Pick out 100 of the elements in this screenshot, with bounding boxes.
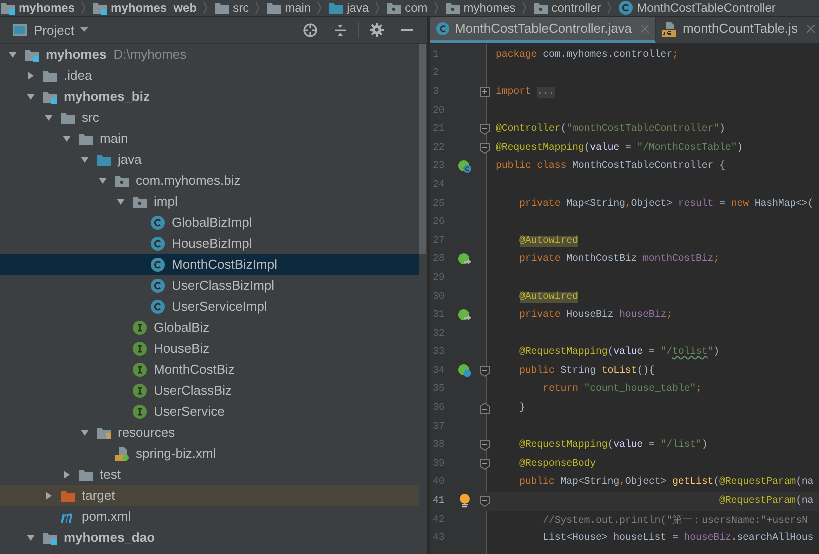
folder-icon [78,468,94,482]
collapse-fold-icon[interactable] [480,142,490,154]
tree-item[interactable]: impl [0,191,419,212]
collapse-fold-icon[interactable] [480,458,490,470]
chevron-icon [203,2,208,14]
code-line: private Map<String,Object> result = new HashMap<>( [518,198,814,210]
panel-title: Project [34,22,74,38]
folder-icon [266,1,282,15]
module-folder-icon [42,530,58,544]
folder-icon [60,110,76,124]
tree-item[interactable]: myhomes D:\myhomes [0,44,419,65]
tree-item[interactable]: src [0,107,419,128]
tree-item[interactable]: resources [0,422,419,443]
class-icon [150,278,166,294]
code-line: @RequestMapping(value = "/list") [518,440,708,452]
collapse-all-icon[interactable] [334,24,346,36]
tree-item[interactable]: GlobalBiz [0,317,419,338]
class-icon [150,256,166,272]
tree-item[interactable]: main [0,128,419,149]
tree-item[interactable]: myhomes_biz [0,86,419,107]
request-mapping-icon[interactable] [458,364,472,378]
tree-item[interactable]: MonthCostBizImpl [0,254,419,275]
module-folder-icon [42,90,58,104]
chevron-icon [375,2,380,14]
breadcrumb-item[interactable]: myhomes [444,1,516,15]
tree-item[interactable]: myhomes_dao [0,527,419,548]
tree-item[interactable]: UserServiceImpl [0,296,419,317]
tree-item[interactable]: pom.xml [0,506,419,527]
chevron-icon [522,2,527,14]
code-line: public Map<String,Object> getList(@RequestParam(na [518,477,814,488]
editor-tab[interactable]: monthCountTable.js [656,17,819,43]
breadcrumb-item[interactable]: src [214,1,250,15]
chevron-icon [81,2,86,14]
collapse-fold-icon[interactable] [480,440,490,452]
code-line: //System.out.println("第一：usersName:"+usersN [542,514,808,528]
tree-item[interactable]: MonthCostBiz [0,359,419,380]
bean-class-icon[interactable] [458,160,472,174]
interface-icon [132,404,148,420]
folder-icon [78,132,94,146]
tree-item[interactable]: UserClassBiz [0,380,419,401]
collapse-fold-icon[interactable] [480,366,490,377]
tree-item[interactable]: UserService [0,401,419,422]
tree-item[interactable]: GlobalBizImpl [0,212,419,233]
folder-icon [60,488,76,502]
tree-item[interactable]: test [0,464,419,485]
minimize-icon[interactable] [401,28,413,32]
code-line: } [518,403,526,414]
code-line: package com.myhomes.controller; [496,50,678,61]
module-folder-icon [92,1,108,15]
package-icon [132,194,148,208]
breadcrumb-item[interactable]: com [386,1,428,15]
code-line: public String toList(){ [518,366,655,377]
breadcrumb-item[interactable]: java [328,1,370,15]
editor-tab[interactable]: MonthCostTableController.java [430,17,656,43]
js-file-icon [662,20,678,36]
tree-item[interactable]: target [0,485,419,506]
breadcrumb-item[interactable]: MonthCostTableController [618,0,776,16]
breadcrumb-item[interactable]: myhomes [0,1,76,15]
breadcrumb-item[interactable]: main [266,1,312,15]
code-line: private MonthCostBiz monthCostBiz; [518,254,720,266]
interface-icon [132,382,148,398]
tree-item[interactable]: .idea [0,65,419,86]
tree-item[interactable]: HouseBiz [0,338,419,359]
chevron-icon [255,2,260,14]
collapse-fold-icon[interactable] [480,496,490,508]
code-line: @Controller("monthCostTableController") [496,124,726,136]
autowired-navigation-icon[interactable] [458,252,472,267]
lightbulb-icon[interactable] [459,494,471,510]
package-icon [114,174,130,188]
folder-icon [328,1,344,15]
interface-icon [132,362,148,378]
class-icon [150,214,166,230]
code-line: @RequestMapping(value = "/MonthCostTable") [496,142,744,154]
locate-icon[interactable] [302,22,318,38]
chevron-icon [317,2,322,14]
code-line: private HouseBiz houseBiz; [518,310,672,322]
settings-icon[interactable] [370,23,384,37]
tree-item[interactable]: java [0,149,419,170]
tree-item[interactable]: com.myhomes.biz [0,170,419,191]
tree-item[interactable]: spring-biz.xml [0,443,419,464]
breadcrumb-item[interactable]: controller [532,1,602,15]
line-number: 41 [432,496,446,508]
tree-item[interactable]: UserClassBizImpl [0,275,419,296]
collapse-fold-icon[interactable] [480,403,490,414]
class-icon [436,22,450,36]
module-folder-icon [24,48,40,62]
interface-icon [132,340,148,356]
code-line: return "count_house_table"; [542,384,702,396]
chevron-icon [434,2,439,14]
xml-file-icon [114,446,130,462]
code-line: public class MonthCostTableController { [496,161,726,172]
expand-fold-icon[interactable] [480,87,490,98]
collapse-fold-icon[interactable] [480,124,490,136]
breadcrumb-item[interactable]: myhomes_web [92,1,198,15]
class-icon [150,298,166,314]
autowired-navigation-icon[interactable] [458,308,472,323]
folder-icon [214,1,230,15]
tree-item[interactable]: HouseBizImpl [0,233,419,254]
project-view-selector[interactable]: Project [12,22,90,38]
scrollbar-thumb[interactable] [419,44,426,254]
